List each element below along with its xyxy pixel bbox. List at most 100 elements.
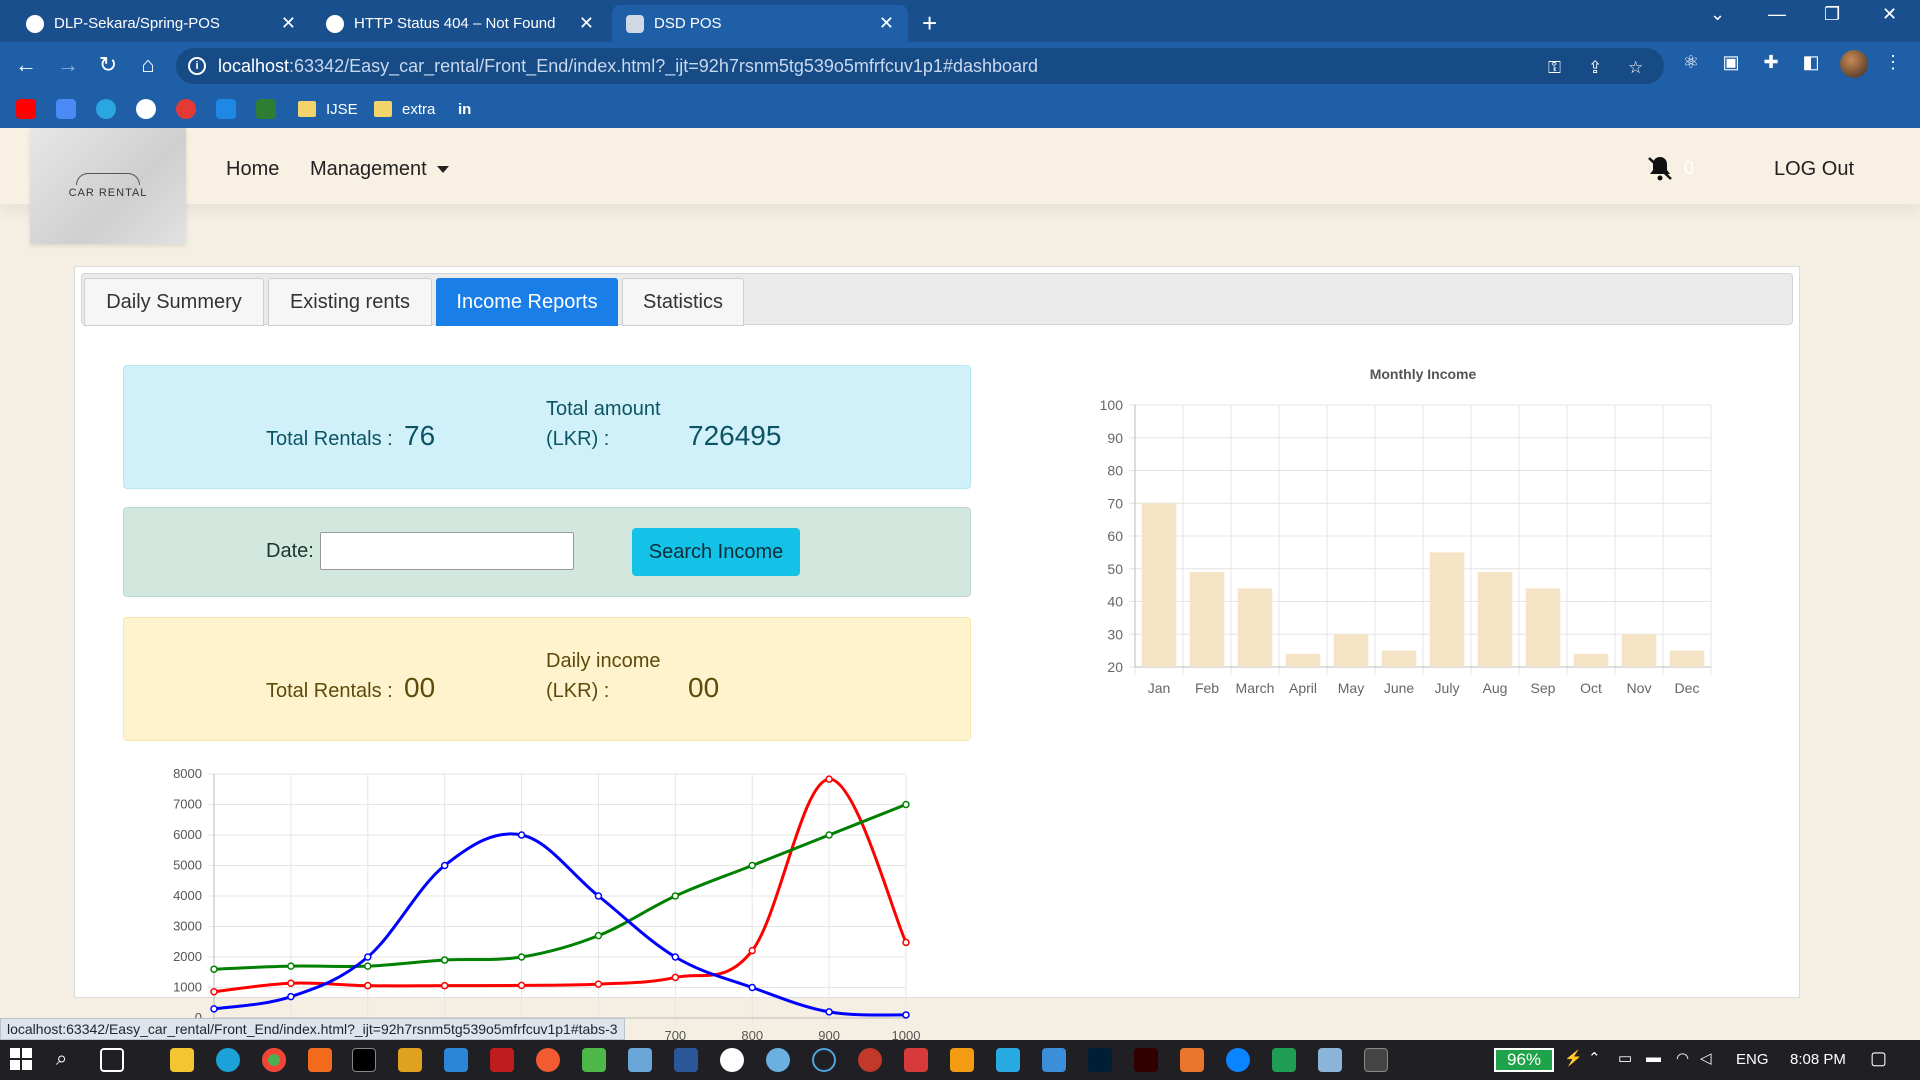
bookmark-linkedin[interactable]: in (458, 98, 471, 120)
reload-icon[interactable]: ↻ (94, 52, 122, 78)
bookmark-label: extra (402, 100, 436, 118)
bookmark-folder-ijse[interactable]: IJSE (298, 98, 358, 120)
x-tick-label: Dec (1675, 680, 1700, 696)
app-icon[interactable] (398, 1048, 422, 1072)
battery-indicator[interactable]: 96% (1494, 1048, 1554, 1072)
forward-icon[interactable]: → (54, 52, 82, 78)
postman-icon[interactable] (536, 1048, 560, 1072)
bookmark-telegram[interactable] (96, 98, 124, 120)
bookmark-folder-extra[interactable]: extra (374, 98, 435, 120)
y-tick-label: 6000 (173, 827, 202, 842)
browser-tab-dsd-pos[interactable]: DSD POS ✕ (612, 5, 908, 42)
tab-statistics[interactable]: Statistics (622, 278, 744, 326)
tab-existing-rents[interactable]: Existing rents (268, 278, 432, 326)
key-icon[interactable]: ⚿ (1548, 58, 1561, 78)
illustrator-icon[interactable] (1134, 1048, 1158, 1072)
intellij-icon[interactable] (352, 1048, 376, 1072)
info-icon[interactable]: i (188, 57, 206, 75)
side-panel-icon[interactable]: ◧ (1800, 52, 1822, 74)
windows-start-icon[interactable] (10, 1048, 34, 1072)
close-icon[interactable]: ✕ (579, 13, 594, 34)
mail-icon[interactable] (1042, 1048, 1066, 1072)
react-devtools-icon[interactable]: ⚛ (1680, 52, 1702, 74)
nav-home[interactable]: Home (226, 158, 279, 181)
address-bar[interactable]: i localhost:63342/Easy_car_rental/Front_… (176, 48, 1664, 84)
chrome-icon[interactable] (262, 1048, 286, 1072)
slack-icon[interactable] (720, 1048, 744, 1072)
data-point (210, 1005, 218, 1013)
back-icon[interactable]: ← (12, 52, 40, 78)
tab-title: HTTP Status 404 – Not Found (354, 15, 556, 32)
x-tick-label: Nov (1627, 680, 1652, 696)
extensions-icon[interactable]: ✚ (1760, 52, 1782, 74)
notification-center-icon[interactable]: ▢ (1870, 1048, 1887, 1069)
bookmark-alert[interactable] (176, 98, 204, 120)
browser-tab-github[interactable]: DLP-Sekara/Spring-POS ✕ (12, 5, 310, 42)
data-point (594, 980, 603, 988)
alert-icon (176, 99, 196, 119)
bookmark-youtube[interactable] (16, 98, 44, 120)
tray-chevron-icon[interactable]: ⌃ (1588, 1049, 1601, 1067)
linkedin-icon: in (458, 100, 472, 118)
file-explorer-icon[interactable] (170, 1048, 194, 1072)
word-icon[interactable] (674, 1048, 698, 1072)
logout-button[interactable]: LOG Out (1774, 158, 1854, 181)
bookmark-contacts[interactable] (216, 98, 244, 120)
app-icon[interactable] (1226, 1048, 1250, 1072)
app-icon[interactable] (904, 1048, 928, 1072)
vscode-icon[interactable] (444, 1048, 468, 1072)
share-icon[interactable]: ⇪ (1588, 58, 1602, 78)
app-icon[interactable] (1364, 1048, 1388, 1072)
filezilla-icon[interactable] (490, 1048, 514, 1072)
close-icon[interactable]: ✕ (281, 13, 296, 34)
brave-icon[interactable] (308, 1048, 332, 1072)
app-icon[interactable] (1180, 1048, 1204, 1072)
app-icon[interactable] (858, 1048, 882, 1072)
vlc-icon[interactable] (950, 1048, 974, 1072)
node-icon[interactable] (582, 1048, 606, 1072)
logo[interactable]: CAR RENTAL (30, 128, 186, 244)
nav-management-dropdown[interactable]: Management (310, 158, 449, 181)
profile-avatar[interactable] (1840, 50, 1868, 78)
app-icon[interactable] (628, 1048, 652, 1072)
monthly-income-chart: Monthly Income 20 30 40 50 60 70 80 90 100 Jan Feb M… (1100, 366, 1712, 696)
close-icon[interactable]: ✕ (879, 13, 894, 34)
restore-icon[interactable]: ❐ (1824, 4, 1840, 25)
volume-icon[interactable]: ◁ (1700, 1049, 1712, 1067)
app-icon[interactable] (1272, 1048, 1296, 1072)
clock[interactable]: 8:08 PM (1790, 1051, 1846, 1068)
extension-car-icon[interactable]: ▣ (1720, 52, 1742, 74)
tab-search-icon[interactable]: ⌄ (1710, 4, 1725, 25)
menu-icon[interactable]: ⋮ (1882, 52, 1904, 74)
y-tick-label: 2000 (173, 949, 202, 964)
bookmark-pen[interactable] (256, 98, 284, 120)
date-input[interactable] (320, 532, 574, 570)
app-icon[interactable] (1318, 1048, 1342, 1072)
app-icon[interactable] (766, 1048, 790, 1072)
bar (1381, 650, 1417, 667)
search-income-button[interactable]: Search Income (632, 528, 800, 576)
data-point (517, 831, 526, 839)
language-indicator[interactable]: ENG (1736, 1051, 1769, 1068)
bar (1669, 650, 1705, 667)
wifi-icon[interactable]: ◠ (1676, 1049, 1689, 1067)
bookmark-translate[interactable] (56, 98, 84, 120)
search-icon[interactable]: ⌕ (56, 1048, 80, 1072)
close-window-icon[interactable]: ✕ (1882, 4, 1897, 25)
star-icon[interactable]: ☆ (1628, 58, 1643, 78)
browser-tab-404[interactable]: HTTP Status 404 – Not Found ✕ (312, 5, 608, 42)
photoshop-icon[interactable] (1088, 1048, 1112, 1072)
battery-icon[interactable]: ▬ (1646, 1049, 1661, 1066)
tab-daily-summery[interactable]: Daily Summery (84, 278, 264, 326)
app-icon[interactable] (996, 1048, 1020, 1072)
minimize-icon[interactable]: — (1768, 4, 1786, 25)
bell-slash-icon[interactable] (1646, 154, 1674, 182)
bookmark-github[interactable] (136, 98, 164, 120)
tab-income-reports[interactable]: Income Reports (436, 278, 618, 326)
home-icon[interactable]: ⌂ (134, 52, 162, 78)
task-view-icon[interactable] (100, 1048, 124, 1072)
app-icon[interactable] (812, 1048, 836, 1072)
new-tab-button[interactable]: + (922, 8, 937, 39)
device-icon[interactable]: ▭ (1618, 1049, 1632, 1067)
edge-icon[interactable] (216, 1048, 240, 1072)
